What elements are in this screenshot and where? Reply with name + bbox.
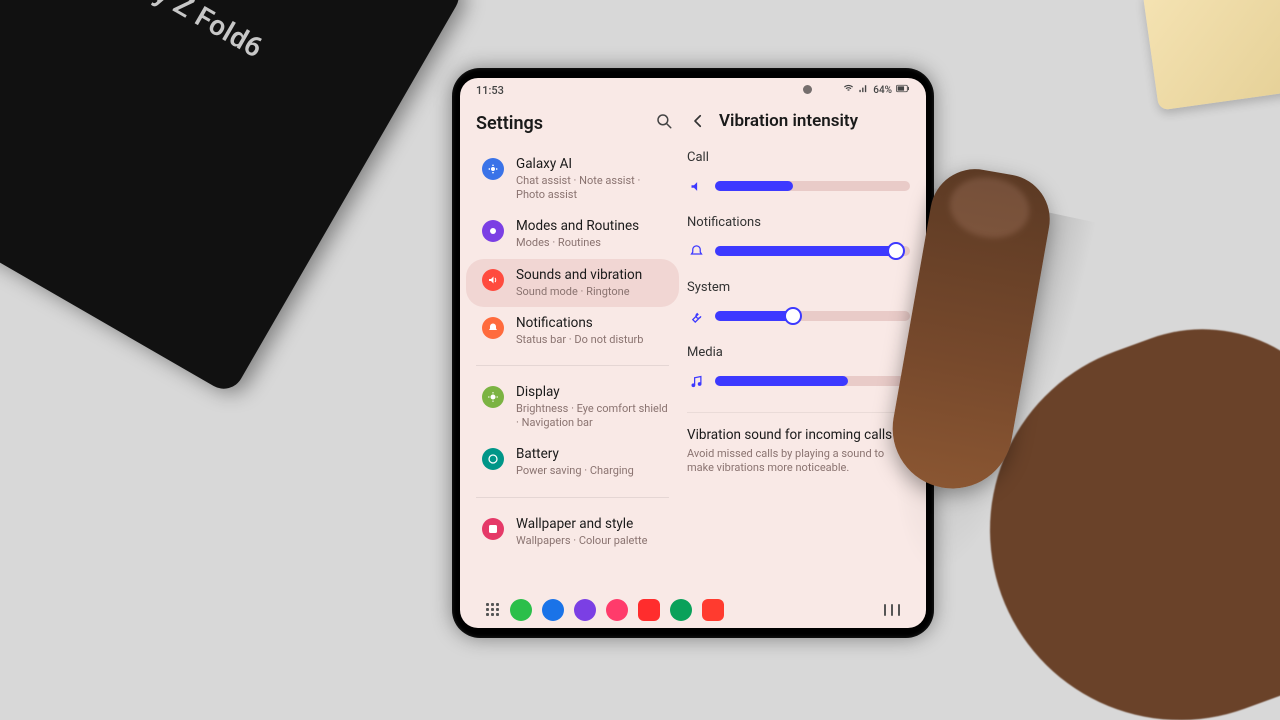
settings-item-display[interactable]: Display Brightness · Eye comfort shield … bbox=[466, 376, 679, 438]
app-drawer-button[interactable] bbox=[486, 603, 500, 617]
slider-label: System bbox=[687, 280, 910, 295]
settings-item-icon bbox=[482, 269, 504, 291]
note-icon bbox=[687, 374, 705, 389]
background-box: Galaxy Z Fold6 bbox=[0, 0, 466, 396]
slider-system: System bbox=[685, 280, 922, 327]
settings-item-icon bbox=[482, 448, 504, 470]
divider bbox=[476, 365, 669, 366]
settings-item-title: Wallpaper and style bbox=[516, 516, 669, 533]
slider-track[interactable] bbox=[715, 240, 910, 262]
detail-pane: Vibration intensity Call Notifications S… bbox=[685, 100, 926, 592]
settings-item-sub: Power saving · Charging bbox=[516, 464, 669, 478]
settings-item-modes-and-routines[interactable]: Modes and Routines Modes · Routines bbox=[466, 210, 679, 258]
settings-item-title: Sounds and vibration bbox=[516, 267, 669, 284]
settings-item-galaxy-ai[interactable]: Galaxy AI Chat assist · Note assist · Ph… bbox=[466, 148, 679, 210]
dock-app-1[interactable] bbox=[542, 599, 564, 621]
status-battery: 64% bbox=[873, 85, 892, 96]
settings-item-icon bbox=[482, 158, 504, 180]
background-wood bbox=[1142, 0, 1280, 111]
dock-app-2[interactable] bbox=[574, 599, 596, 621]
bell-icon bbox=[687, 244, 705, 259]
dock-app-4[interactable] bbox=[638, 599, 660, 621]
battery-icon bbox=[896, 83, 910, 97]
status-time: 11:53 bbox=[476, 84, 504, 97]
slider-label: Notifications bbox=[687, 215, 910, 230]
back-button[interactable] bbox=[687, 110, 709, 132]
search-button[interactable] bbox=[655, 112, 673, 134]
settings-item-title: Galaxy AI bbox=[516, 156, 669, 173]
settings-item-sub: Status bar · Do not disturb bbox=[516, 333, 669, 347]
slider-notifications: Notifications bbox=[685, 215, 922, 262]
settings-item-sub: Modes · Routines bbox=[516, 236, 669, 250]
settings-list-pane: Settings Galaxy AI Chat assist · Note as… bbox=[460, 100, 685, 592]
status-right: 64% bbox=[843, 83, 910, 97]
settings-item-title: Modes and Routines bbox=[516, 218, 669, 235]
wifi-icon bbox=[843, 83, 854, 97]
wrench-icon bbox=[687, 309, 705, 324]
settings-item-wallpaper-and-style[interactable]: Wallpaper and style Wallpapers · Colour … bbox=[466, 508, 679, 556]
dock-app-6[interactable] bbox=[702, 599, 724, 621]
settings-item-icon bbox=[482, 317, 504, 339]
option-sub: Avoid missed calls by playing a sound to… bbox=[687, 447, 910, 476]
settings-item-icon bbox=[482, 220, 504, 242]
slider-label: Call bbox=[687, 150, 910, 165]
dock-app-3[interactable] bbox=[606, 599, 628, 621]
vibration-sound-option[interactable]: Vibration sound for incoming calls Avoid… bbox=[685, 427, 922, 475]
dock-app-0[interactable] bbox=[510, 599, 532, 621]
settings-item-title: Notifications bbox=[516, 315, 669, 332]
taskbar bbox=[460, 592, 926, 628]
recents-button[interactable] bbox=[884, 604, 900, 616]
option-title: Vibration sound for incoming calls bbox=[687, 427, 910, 445]
settings-item-icon bbox=[482, 518, 504, 540]
settings-item-title: Battery bbox=[516, 446, 669, 463]
settings-item-sub: Brightness · Eye comfort shield · Naviga… bbox=[516, 402, 669, 431]
divider bbox=[476, 497, 669, 498]
detail-title: Vibration intensity bbox=[719, 111, 858, 131]
settings-item-battery[interactable]: Battery Power saving · Charging bbox=[466, 438, 679, 486]
settings-title: Settings bbox=[476, 113, 543, 134]
divider bbox=[687, 412, 920, 413]
slider-media: Media bbox=[685, 345, 922, 392]
slider-track[interactable] bbox=[715, 370, 910, 392]
screen: 11:53 64% Settings bbox=[460, 78, 926, 628]
settings-item-title: Display bbox=[516, 384, 669, 401]
box-label: Galaxy Z Fold6 bbox=[86, 0, 269, 65]
settings-item-sub: Wallpapers · Colour palette bbox=[516, 534, 669, 548]
slider-call: Call bbox=[685, 150, 922, 197]
slider-label: Media bbox=[687, 345, 910, 360]
dock-app-5[interactable] bbox=[670, 599, 692, 621]
settings-item-sounds-and-vibration[interactable]: Sounds and vibration Sound mode · Ringto… bbox=[466, 259, 679, 307]
volume-icon bbox=[687, 179, 705, 194]
camera-hole bbox=[803, 85, 812, 94]
signal-icon bbox=[858, 83, 869, 97]
corner-logo bbox=[1214, 664, 1266, 704]
settings-item-sub: Sound mode · Ringtone bbox=[516, 285, 669, 299]
settings-item-notifications[interactable]: Notifications Status bar · Do not distur… bbox=[466, 307, 679, 355]
slider-track[interactable] bbox=[715, 175, 910, 197]
device-frame: 11:53 64% Settings bbox=[452, 68, 934, 638]
settings-item-sub: Chat assist · Note assist · Photo assist bbox=[516, 174, 669, 203]
status-bar: 11:53 64% bbox=[460, 78, 926, 100]
settings-item-icon bbox=[482, 386, 504, 408]
slider-track[interactable] bbox=[715, 305, 910, 327]
